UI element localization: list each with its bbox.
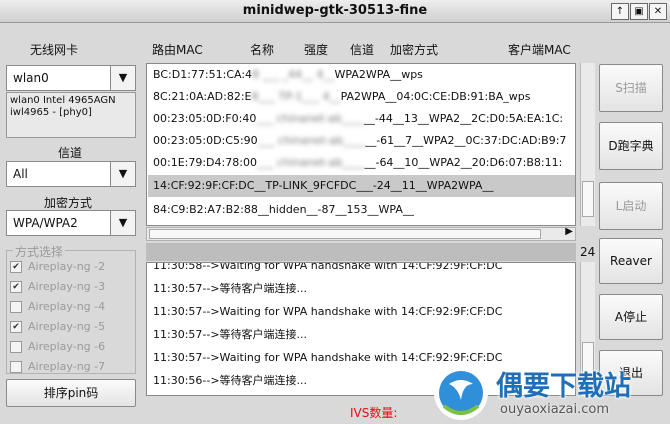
iface-info-line2: iwl4965 - [phy0]: [10, 107, 92, 118]
channel-select[interactable]: All ▼: [6, 161, 136, 187]
method-checkbox-6[interactable]: Aireplay-ng -6: [10, 340, 105, 354]
table-row[interactable]: 84:C9:B2:A7:B2:88__hidden__-87__153__WPA…: [153, 199, 414, 221]
table-row[interactable]: BC:D1:77:51:CA:48 ___ _44__ 4__WPA2WPA__…: [153, 64, 423, 86]
watermark-text: 偶要下载站: [496, 371, 631, 402]
chevron-down-icon: ▼: [110, 211, 135, 235]
col-header-client-mac: 客户端MAC: [508, 43, 571, 57]
table-row[interactable]: 00:23:05:0D:F0:40___ chinanet-ab______-4…: [153, 108, 563, 130]
encrypt-select[interactable]: WPA/WPA2 ▼: [6, 210, 136, 236]
checkbox-icon: [10, 361, 22, 373]
checkbox-icon: ✔: [10, 281, 22, 293]
col-header-mac: 路由MAC: [152, 43, 203, 57]
stop-button[interactable]: A停止: [599, 294, 663, 340]
table-row[interactable]: 00:1E:79:D4:78:00___ chinanet-ab______-6…: [153, 152, 562, 174]
reaver-button[interactable]: Reaver: [599, 238, 663, 284]
ap-list[interactable]: BC:D1:77:51:CA:48 ___ _44__ 4__WPA2WPA__…: [146, 63, 576, 226]
col-header-name: 名称: [250, 43, 275, 57]
watermark: 偶要下载站 ouyaoxiazai.com: [430, 362, 670, 424]
log-line: 11:30:57-->等待客户端连接...: [153, 282, 308, 295]
window-close-button[interactable]: ✕: [649, 3, 667, 20]
iface-select-value: wlan0: [13, 71, 49, 85]
window-shade-button[interactable]: ↑: [611, 3, 629, 20]
watermark-url: ouyaoxiazai.com: [500, 402, 609, 417]
encrypt-label: 加密方式: [44, 196, 93, 210]
ivs-count-label: IVS数量:: [350, 406, 398, 420]
window-maximize-button[interactable]: ▣: [630, 3, 648, 20]
scan-button[interactable]: S扫描: [599, 64, 663, 112]
channel-select-value: All: [13, 167, 28, 181]
log-line: 11:30:57-->Waiting for WPA handshake wit…: [153, 305, 503, 318]
scroll-thumb[interactable]: [149, 229, 541, 239]
watermark-logo-icon: [434, 366, 488, 420]
sort-pin-button[interactable]: 排序pin码: [6, 379, 136, 407]
method-checkbox-4[interactable]: Aireplay-ng -4: [10, 300, 105, 314]
scroll-right-icon[interactable]: ▶: [565, 226, 573, 237]
col-header-strength: 强度: [304, 43, 329, 57]
log-line: 11:30:56-->等待客户端连接...: [153, 374, 308, 387]
iface-info-box: wlan0 Intel 4965AGN iwl4965 - [phy0]: [6, 92, 136, 138]
method-checkbox-5[interactable]: ✔ Aireplay-ng -5: [10, 320, 105, 334]
col-header-encrypt: 加密方式: [390, 43, 439, 57]
chevron-down-icon: ▼: [110, 162, 135, 186]
channel-label: 信道: [58, 146, 83, 160]
iface-info-line1: wlan0 Intel 4965AGN: [10, 95, 116, 106]
chevron-down-icon: ▼: [110, 66, 135, 90]
checkbox-icon: ✔: [10, 261, 22, 273]
scroll-thumb[interactable]: [582, 181, 594, 217]
ap-list-vscrollbar[interactable]: [580, 63, 595, 226]
table-row-selected[interactable]: 14:CF:92:9F:CF:DC__TP-LINK_9FCFDC___-24_…: [148, 175, 575, 197]
method-legend: 方式选择: [13, 243, 66, 260]
checkbox-icon: [10, 341, 22, 353]
start-button[interactable]: L启动: [599, 182, 663, 230]
table-row[interactable]: 8C:21:0A:AD:82:E8___ TP-1___ 4__PA2WPA__…: [153, 86, 530, 108]
pane-separator[interactable]: [146, 243, 576, 261]
checkbox-icon: ✔: [10, 321, 22, 333]
log-line: 11:30:57-->等待客户端连接...: [153, 328, 308, 341]
log-line: 11:30:58-->Waiting for WPA handshake wit…: [153, 262, 503, 272]
dictionary-button[interactable]: D跑字典: [599, 122, 663, 170]
window-title: minidwep-gtk-30513-fine: [242, 3, 428, 18]
window-titlebar: minidwep-gtk-30513-fine ↑ ▣ ✕: [0, 0, 670, 23]
checkbox-icon: [10, 301, 22, 313]
iface-label: 无线网卡: [30, 43, 79, 57]
method-checkbox-7[interactable]: Aireplay-ng -7: [10, 360, 105, 374]
encrypt-select-value: WPA/WPA2: [13, 216, 78, 230]
method-checkbox-3[interactable]: ✔ Aireplay-ng -3: [10, 280, 105, 294]
iface-select[interactable]: wlan0 ▼: [6, 65, 136, 91]
method-group: 方式选择 ✔ Aireplay-ng -2 ✔ Aireplay-ng -3 Air…: [6, 243, 136, 374]
ap-list-hscrollbar[interactable]: ▶: [146, 226, 576, 241]
table-row[interactable]: 00:23:05:0D:C5:90___ chinanet-ab______-6…: [153, 130, 566, 152]
col-header-channel: 信道: [350, 43, 375, 57]
ap-count: 24: [580, 245, 596, 259]
method-checkbox-2[interactable]: ✔ Aireplay-ng -2: [10, 260, 105, 274]
